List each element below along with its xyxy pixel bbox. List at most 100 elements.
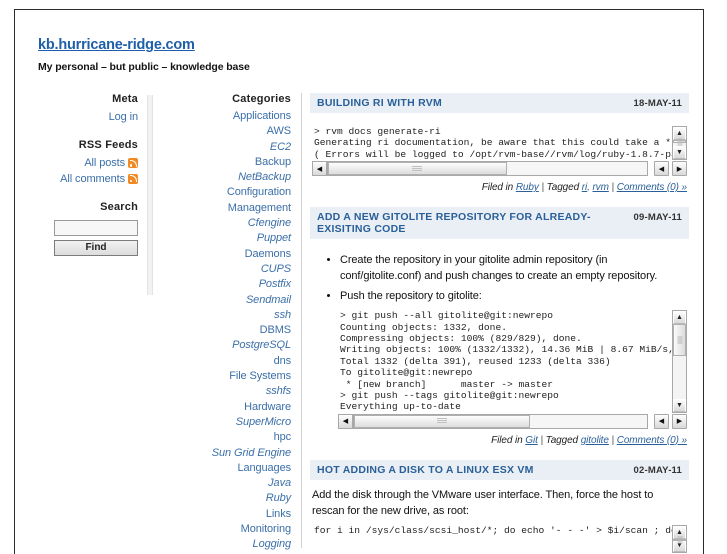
category-link[interactable]: Applications — [153, 109, 291, 124]
category-link[interactable]: Sun Grid Engine — [153, 446, 291, 461]
category-link[interactable]: NetBackup — [153, 170, 291, 185]
article-header: HOT ADDING A DISK TO A LINUX ESX VM 02-MA… — [310, 460, 689, 480]
scroll-down-button[interactable]: ▼ — [673, 146, 686, 159]
category-link[interactable]: Links — [153, 507, 291, 522]
list-item: Create the repository in your gitolite a… — [340, 252, 687, 284]
scroll-right-button[interactable]: ▶ — [672, 161, 687, 176]
article-body: Add the disk through the VMware user int… — [310, 480, 689, 554]
category-link[interactable]: Git — [525, 435, 537, 446]
grip-icon — [677, 336, 682, 343]
scroll-thumb-horizontal[interactable] — [328, 162, 507, 175]
category-link[interactable]: Languages — [153, 461, 291, 476]
scroll-left-button-2[interactable]: ◀ — [654, 414, 669, 429]
scroll-thumb-horizontal[interactable] — [354, 415, 530, 428]
tag-link[interactable]: rvm — [592, 182, 608, 193]
categories-title: Categories — [153, 93, 291, 105]
article-date: 02-MAY-11 — [626, 465, 682, 476]
scroll-thumb-vertical[interactable] — [673, 324, 686, 355]
category-link[interactable]: Monitoring — [153, 522, 291, 537]
code-block: for i in /sys/class/scsi_host/*; do echo… — [312, 525, 687, 554]
category-link[interactable]: Configuration — [153, 185, 291, 200]
scroll-track-vertical[interactable] — [673, 324, 686, 399]
main-content: BUILDING RI WITH RVM18-MAY-11> rvm docs … — [308, 93, 703, 554]
widget-search-title: Search — [15, 201, 138, 213]
sidebar-item-login[interactable]: Log in — [15, 110, 138, 125]
category-link[interactable]: sshfs — [153, 384, 291, 399]
code-vertical-scrollbar[interactable]: ▲▼ — [672, 310, 687, 413]
search-input[interactable] — [54, 220, 138, 236]
page-container: kb.hurricane-ridge.com My personal – but… — [14, 9, 704, 554]
comments-link[interactable]: Comments (0) » — [617, 182, 687, 193]
category-link[interactable]: Daemons — [153, 247, 291, 262]
article: BUILDING RI WITH RVM18-MAY-11> rvm docs … — [310, 93, 689, 193]
category-link[interactable]: Backup — [153, 155, 291, 170]
category-link[interactable]: DBMS — [153, 323, 291, 338]
scroll-thumb-vertical[interactable] — [673, 539, 686, 541]
code-viewport[interactable]: > rvm docs generate-ri Generating ri doc… — [312, 126, 672, 160]
code-text: > git push --all gitolite@git:newrepo Co… — [338, 310, 672, 413]
code-vertical-scrollbar[interactable]: ▲▼ — [672, 126, 687, 160]
code-vertical-scrollbar[interactable]: ▲▼ — [672, 525, 687, 553]
tagged-label: Tagged — [547, 182, 579, 193]
code-horizontal-scrollbar[interactable]: ◀◀▶ — [338, 414, 687, 429]
article-date: 09-MAY-11 — [626, 212, 682, 223]
body-columns: Meta Log in RSS Feeds All posts All comm… — [15, 93, 703, 554]
category-link[interactable]: Puppet — [153, 231, 291, 246]
code-block: > git push --all gitolite@git:newrepo Co… — [338, 310, 687, 429]
article-title[interactable]: ADD A NEW GITOLITE REPOSITORY FOR ALREAD… — [317, 211, 626, 235]
grip-icon — [412, 166, 422, 172]
scroll-thumb-vertical[interactable] — [673, 140, 686, 143]
code-horizontal-scrollbar[interactable]: ◀◀▶ — [312, 161, 687, 176]
category-link[interactable]: Postfix — [153, 277, 291, 292]
category-link[interactable]: Cfengine — [153, 216, 291, 231]
category-link[interactable]: dns — [153, 354, 291, 369]
comments-link[interactable]: Comments (0) » — [617, 435, 687, 446]
category-link[interactable]: Hardware — [153, 400, 291, 415]
sidebar-categories-column: Categories ApplicationsAWSEC2BackupNetBa… — [153, 93, 301, 554]
article: HOT ADDING A DISK TO A LINUX ESX VM 02-MA… — [310, 460, 689, 554]
scroll-left-button-2[interactable]: ◀ — [654, 161, 669, 176]
scroll-left-button[interactable]: ◀ — [312, 161, 327, 176]
code-text: for i in /sys/class/scsi_host/*; do echo… — [312, 525, 672, 536]
site-tagline: My personal – but public – knowledge bas… — [38, 61, 703, 73]
categories-list: ApplicationsAWSEC2BackupNetBackupConfigu… — [153, 109, 291, 554]
category-link[interactable]: SuperMicro — [153, 415, 291, 430]
tagged-label: Tagged — [546, 435, 578, 446]
category-link[interactable]: Ruby — [153, 491, 291, 506]
scroll-track-horizontal[interactable] — [327, 161, 648, 176]
code-row: > git push --all gitolite@git:newrepo Co… — [338, 310, 687, 413]
article-footer: Filed in Ruby | Tagged ri, rvm | Comment… — [312, 182, 687, 193]
grip-icon — [437, 418, 447, 424]
article-title[interactable]: HOT ADDING A DISK TO A LINUX ESX VM — [317, 464, 534, 476]
rss-icon — [128, 174, 138, 184]
site-title-link[interactable]: kb.hurricane-ridge.com — [38, 37, 195, 53]
code-viewport[interactable]: for i in /sys/class/scsi_host/*; do echo… — [312, 525, 672, 553]
tag-link[interactable]: gitolite — [581, 435, 609, 446]
category-link[interactable]: CUPS — [153, 262, 291, 277]
category-link[interactable]: hpc — [153, 430, 291, 445]
category-link[interactable]: File Systems — [153, 369, 291, 384]
list-item: Push the repository to gitolite: — [340, 288, 687, 304]
scroll-up-button[interactable]: ▲ — [673, 311, 686, 324]
sidebar-item-all-comments[interactable]: All comments — [15, 172, 138, 187]
article-header: ADD A NEW GITOLITE REPOSITORY FOR ALREAD… — [310, 207, 689, 239]
category-link[interactable]: Sendmail — [153, 293, 291, 308]
sidebar-item-all-posts[interactable]: All posts — [15, 156, 138, 171]
scroll-down-button[interactable]: ▼ — [673, 399, 686, 412]
category-link[interactable]: PostgreSQL — [153, 338, 291, 353]
category-link[interactable]: AWS — [153, 124, 291, 139]
find-button[interactable]: Find — [54, 240, 138, 256]
category-link[interactable]: Java — [153, 476, 291, 491]
scroll-right-button[interactable]: ▶ — [672, 414, 687, 429]
category-link[interactable]: Ruby — [516, 182, 539, 193]
scroll-track-vertical[interactable] — [673, 140, 686, 146]
category-link[interactable]: ssh — [153, 308, 291, 323]
code-viewport[interactable]: > git push --all gitolite@git:newrepo Co… — [338, 310, 672, 413]
scroll-left-button[interactable]: ◀ — [338, 414, 353, 429]
rss-icon — [128, 158, 138, 168]
category-link[interactable]: EC2 — [153, 140, 291, 155]
article-paragraph: Add the disk through the VMware user int… — [312, 487, 687, 519]
article-title[interactable]: BUILDING RI WITH RVM — [317, 97, 442, 109]
scroll-track-horizontal[interactable] — [353, 414, 648, 429]
category-link[interactable]: Management — [153, 201, 291, 216]
